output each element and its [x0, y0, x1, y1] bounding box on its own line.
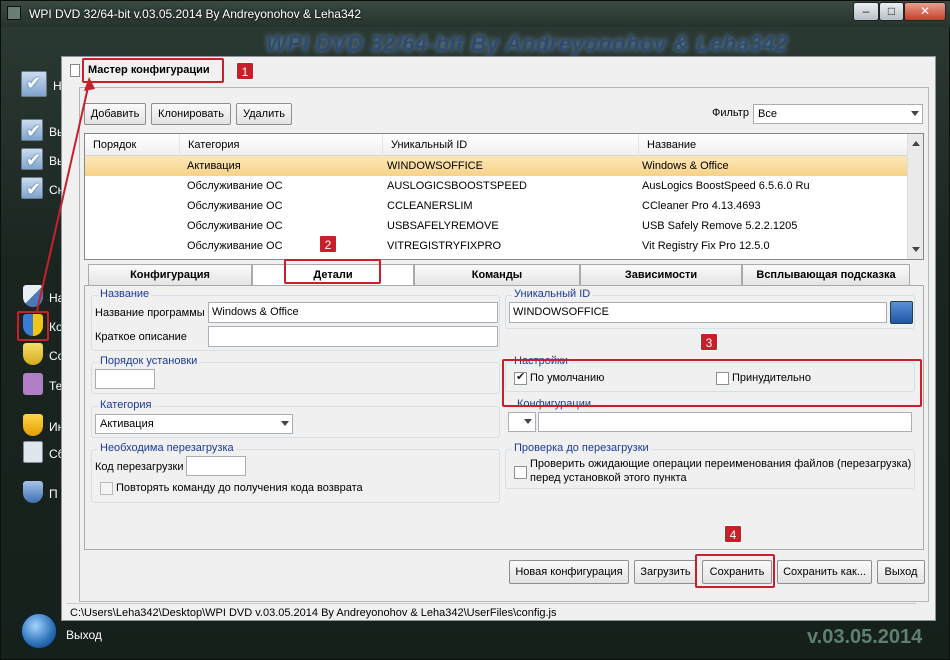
- annotation-arrow: [36, 77, 95, 312]
- app-window: WPI DVD 32/64-bit v.03.05.2014 By Andrey…: [0, 0, 950, 660]
